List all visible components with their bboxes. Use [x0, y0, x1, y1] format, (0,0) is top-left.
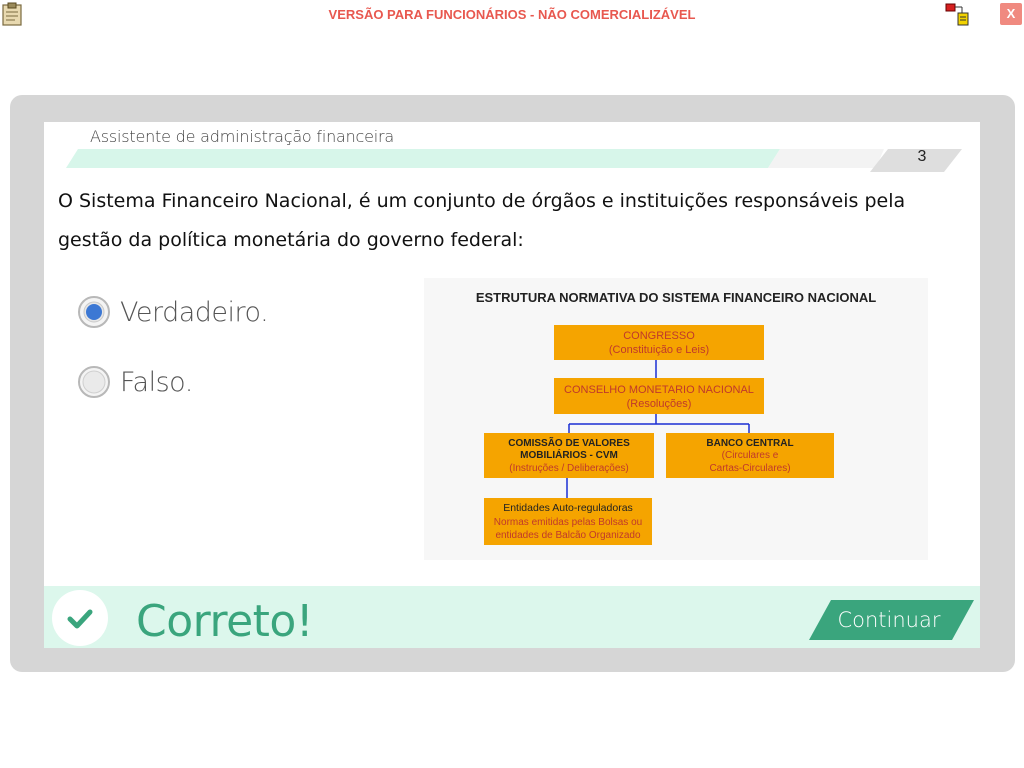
continue-button[interactable]: Continuar	[809, 600, 974, 640]
svg-text:Cartas-Circulares): Cartas-Circulares)	[709, 463, 790, 474]
radio-unselected-icon[interactable]	[78, 366, 110, 398]
continue-label: Continuar	[837, 608, 941, 632]
course-title: Assistente de administração financeira	[90, 127, 395, 146]
page-number: 3	[917, 148, 927, 165]
svg-text:Normas emitidas pelas Bolsas o: Normas emitidas pelas Bolsas ou	[494, 517, 642, 528]
employee-version-warning: VERSÃO PARA FUNCIONÁRIOS - NÃO COMERCIAL…	[328, 7, 696, 22]
org-chart-diagram: ESTRUTURA NORMATIVA DO SISTEMA FINANCEIR…	[424, 278, 928, 560]
svg-text:(Instruções / Deliberações): (Instruções / Deliberações)	[509, 463, 629, 474]
svg-text:COMISSÃO DE VALORES: COMISSÃO DE VALORES	[508, 436, 630, 449]
svg-text:Entidades Auto-reguladoras: Entidades Auto-reguladoras	[503, 502, 633, 514]
svg-text:(Resoluções): (Resoluções)	[627, 398, 692, 410]
option-label: Verdadeiro.	[120, 296, 269, 328]
svg-text:CONGRESSO: CONGRESSO	[623, 330, 695, 342]
title-ribbon	[66, 149, 962, 172]
feedback-bar: Correto! Continuar	[44, 586, 980, 648]
question-text: O Sistema Financeiro Nacional, é um conj…	[58, 190, 906, 251]
checkmark-icon	[67, 609, 93, 629]
check-badge	[52, 590, 108, 646]
radio-selected-icon[interactable]	[78, 296, 110, 328]
svg-text:(Constituição e Leis): (Constituição e Leis)	[609, 344, 709, 356]
question-card: Assistente de administração financeira 3…	[44, 122, 980, 648]
svg-text:CONSELHO MONETARIO NACIONAL: CONSELHO MONETARIO NACIONAL	[564, 384, 754, 396]
svg-text:MOBILIÁRIOS - CVM: MOBILIÁRIOS - CVM	[520, 448, 618, 461]
result-label: Correto!	[136, 596, 313, 647]
svg-text:entidades de Balcão Organizado: entidades de Balcão Organizado	[495, 530, 641, 541]
svg-text:(Circulares e: (Circulares e	[722, 450, 779, 461]
close-button[interactable]: X	[1000, 3, 1022, 25]
option-verdadeiro[interactable]: Verdadeiro.	[78, 294, 269, 330]
network-icon[interactable]	[945, 2, 971, 26]
top-bar: VERSÃO PARA FUNCIONÁRIOS - NÃO COMERCIAL…	[0, 0, 1024, 28]
svg-text:BANCO CENTRAL: BANCO CENTRAL	[706, 438, 793, 449]
option-falso[interactable]: Falso.	[78, 364, 193, 400]
option-label: Falso.	[120, 366, 193, 398]
diagram-title: ESTRUTURA NORMATIVA DO SISTEMA FINANCEIR…	[476, 290, 876, 305]
